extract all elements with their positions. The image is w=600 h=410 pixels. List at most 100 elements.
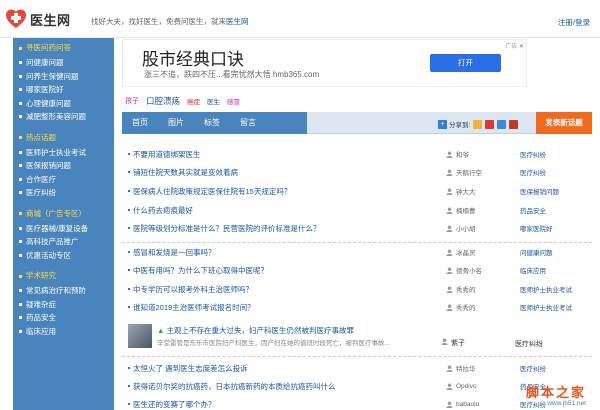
list-item[interactable]: 医院等级划分标准是什么？民营医院的评价标准是什么？ 小小胡 哪家医院好 [122, 220, 592, 236]
nav-tab[interactable]: 首页 [122, 112, 158, 134]
tag-link[interactable]: 医生 [207, 96, 220, 106]
sidebar-section-head[interactable]: 热点话题 [13, 130, 114, 146]
question-title-link[interactable]: 中医有用吗？为什么下班心取得中医呢？ [133, 265, 446, 276]
question-category-link[interactable]: 临床应用 [520, 265, 546, 275]
share-plus-icon[interactable]: + [438, 119, 447, 129]
tag-link[interactable]: 感冒 [227, 96, 240, 106]
question-title-link[interactable]: 获得诺贝尔奖的抗癌药，日本抗癌新药的本质给抗癌药叫什么 [133, 381, 446, 392]
sidebar-item[interactable]: 医疗纠纷 [13, 186, 114, 200]
question-title-link[interactable]: 不要用道德绑架医生 [133, 149, 446, 160]
question-title-link[interactable]: 医生还的变赛了哪个办？ [133, 399, 446, 410]
list-item[interactable]: 感冒和发烧是一回事吗？ 冰晶灵 问健康问题 [122, 244, 592, 260]
question-category-link[interactable]: 医疗纠纷 [515, 339, 543, 349]
featured-question-title[interactable]: ▲ 主观上不存在重大过失，妇产科医生仍然被判医疗事故罪 [157, 325, 354, 336]
question-author[interactable]: 钟大大 [446, 186, 520, 196]
question-title-link[interactable]: 医保病人住院政策规定医保住院有15天规定吗？ [133, 186, 446, 197]
question-category-link[interactable]: 问健康问题 [520, 247, 553, 257]
question-thumbnail[interactable] [128, 324, 152, 348]
list-item[interactable]: 什么药去疤痕最好 楠楠曹 药品安全 [122, 202, 592, 218]
sidebar-item[interactable]: 心理健康问题 [13, 97, 114, 111]
question-category-link[interactable]: 药品安全 [520, 205, 546, 215]
sidebar-section-head[interactable]: 寻医问药问答 [13, 40, 114, 56]
slogan-brand-link[interactable]: 医生网 [226, 17, 249, 26]
tencent-share-icon[interactable] [497, 119, 507, 129]
list-item[interactable]: 不要用道德绑架医生 和爷 医疗纠纷 [122, 146, 592, 162]
list-item[interactable]: 医生还的变赛了哪个办？ babaolu 医疗纠纷 [122, 396, 592, 410]
sidebar-item[interactable]: 临床应用 [13, 325, 114, 339]
question-category-link[interactable]: 医疗纠纷 [520, 167, 546, 177]
author-name: 秀秀的 [456, 305, 476, 312]
question-author[interactable]: 和爷 [446, 149, 520, 159]
sidebar-item[interactable]: 医师护士执业考试 [13, 146, 114, 160]
list-divider [122, 356, 592, 357]
new-topic-button[interactable]: 发表新话题 [536, 112, 592, 134]
sidebar-item[interactable]: 哪家医院好 [13, 83, 114, 97]
site-slogan: 找好大夫，找好医生，免费问医生，就来医生网 [91, 16, 249, 27]
sidebar-item[interactable]: 高科技产品推广 [13, 235, 114, 249]
question-author[interactable]: 秀秀的 [446, 284, 520, 294]
qzone-share-icon[interactable] [473, 119, 483, 129]
logo-text: 医生网 [30, 12, 71, 28]
sidebar-item[interactable]: 医保报销问题 [13, 159, 114, 173]
author-name: 秀秀的 [456, 287, 476, 294]
question-author[interactable]: 天鹅行空 [446, 167, 520, 177]
question-author[interactable]: 紫子 [441, 338, 465, 348]
ad-banner[interactable]: 股市经典口诀 涨三不追，跌四不压...看完忧然大悟 hmb365.com 打开 … [122, 39, 527, 87]
question-title-link[interactable]: 中专学历可以报考外科主治医师吗？ [133, 284, 446, 295]
question-category-link[interactable]: 哪家医院好 [520, 223, 553, 233]
sidebar-item[interactable]: 优惠活动专区 [13, 249, 114, 263]
featured-question[interactable]: ▲ 主观上不存在重大过失，妇产科医生仍然被判医疗事故罪 辛堂雷管是东乐市医院妇产科… [128, 324, 592, 350]
tag-link[interactable]: 口腔溃疡 [146, 95, 180, 107]
question-title-link[interactable]: 谁知道2019主治医师考试报名时间？ [133, 302, 446, 313]
nav-tab[interactable]: 图片 [158, 112, 194, 134]
tag-link[interactable]: 孩子 [125, 96, 139, 106]
question-title-link[interactable]: 太恒火了 遇到医生志度差怎么投诉 [133, 363, 446, 374]
question-author[interactable]: babaolu [446, 401, 520, 408]
question-author[interactable]: 楠楠曹 [446, 205, 520, 215]
list-item[interactable]: 中医有用吗？为什么下班心取得中医呢？ 德骨小名 临床应用 [122, 262, 592, 278]
sidebar-item[interactable]: 药品安全 [13, 311, 114, 325]
sidebar-section-head[interactable]: 商城（广告专区） [13, 206, 114, 222]
sidebar-item-label: 问养生保健问题 [26, 71, 79, 81]
sidebar-item[interactable]: 常见病治疗和预防 [13, 284, 114, 298]
question-author[interactable]: 冰晶灵 [446, 247, 520, 257]
question-author[interactable]: 秀秀的 [446, 302, 520, 312]
question-title-link[interactable]: 感冒和发烧是一回事吗？ [133, 247, 446, 258]
nav-tab[interactable]: 留言 [230, 112, 266, 134]
list-item[interactable]: 中专学历可以报考外科主治医师吗？ 秀秀的 医师护士执业考试 [122, 281, 592, 297]
sidebar-item[interactable]: 减肥整形美容问题 [13, 110, 114, 124]
ad-close-icon[interactable]: ✕ [519, 44, 524, 50]
nav-tab[interactable]: 标签 [194, 112, 230, 134]
list-item[interactable]: 太恒火了 遇到医生志度差怎么投诉 特拉华 医疗纠纷 [122, 360, 592, 376]
question-category-link[interactable]: 医保报销问题 [520, 186, 559, 196]
question-title-link[interactable]: 铺短住院天数其实就是变效着病 [133, 167, 446, 178]
sidebar-item[interactable]: 问养生保健问题 [13, 70, 114, 84]
ad-open-button[interactable]: 打开 [430, 54, 501, 72]
site-logo[interactable]: 医生网 [5, 7, 71, 31]
sidebar-item[interactable]: 问健康问题 [13, 56, 114, 70]
list-item[interactable]: 铺短住院天数其实就是变效着病 天鹅行空 医疗纠纷 [122, 164, 592, 180]
question-author[interactable]: 小小胡 [446, 223, 520, 233]
renren-share-icon[interactable] [509, 119, 519, 129]
question-author[interactable]: 德骨小名 [446, 265, 520, 275]
question-category-link[interactable]: 医疗纠纷 [520, 363, 546, 373]
weibo-share-icon[interactable] [485, 119, 495, 129]
question-author[interactable]: Opdivo [446, 383, 520, 390]
sidebar-item[interactable]: 合作医疗 [13, 173, 114, 187]
author-name: 特拉华 [456, 366, 476, 373]
ad-mark[interactable]: 广告 ✕ [505, 41, 524, 50]
sidebar-section-head[interactable]: 学术研究 [13, 268, 114, 284]
tag-link[interactable]: 癌症 [187, 96, 200, 106]
sidebar-item[interactable]: 疑难杂症 [13, 298, 114, 312]
question-author[interactable]: 特拉华 [446, 363, 520, 373]
list-item[interactable]: 谁知道2019主治医师考试报名时间？ 秀秀的 医师护士执业考试 [122, 299, 592, 315]
question-category-link[interactable]: 医师护士执业考试 [520, 302, 572, 312]
list-item[interactable]: 获得诺贝尔奖的抗癌药，日本抗癌新药的本质给抗癌药叫什么 Opdivo 药品安全 [122, 378, 592, 394]
sidebar-item[interactable]: 医疗器械/康复设备 [13, 222, 114, 236]
register-login-link[interactable]: 注册/登录 [558, 17, 590, 28]
question-title-link[interactable]: 医院等级划分标准是什么？民营医院的评价标准是什么？ [133, 223, 446, 234]
question-category-link[interactable]: 医疗纠纷 [520, 149, 546, 159]
list-item[interactable]: 医保病人住院政策规定医保住院有15天规定吗？ 钟大大 医保报销问题 [122, 183, 592, 199]
question-title-link[interactable]: 什么药去疤痕最好 [133, 205, 446, 216]
question-category-link[interactable]: 医师护士执业考试 [520, 284, 572, 294]
